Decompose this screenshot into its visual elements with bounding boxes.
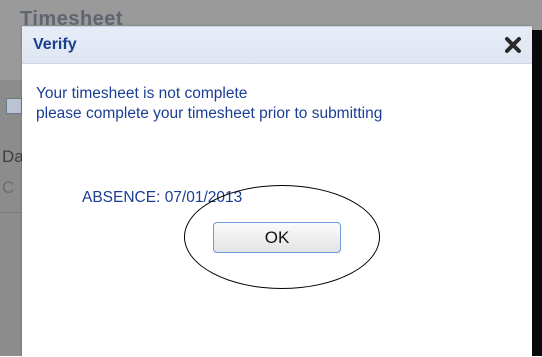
ok-button[interactable]: OK: [213, 222, 341, 253]
message-line: please complete your timesheet prior to …: [36, 105, 383, 122]
background-divider: [0, 212, 22, 213]
message-line: Your timesheet is not complete: [36, 85, 248, 102]
background-edge: [532, 30, 542, 356]
verify-dialog: Verify Your timesheet is not complete pl…: [22, 26, 532, 357]
dialog-header: Verify: [22, 27, 532, 64]
background-label: C: [2, 178, 15, 197]
save-icon: [6, 98, 22, 114]
dialog-message: Your timesheet is not complete please co…: [36, 84, 382, 124]
dialog-title: Verify: [33, 36, 77, 53]
absence-date-text: ABSENCE: 07/01/2013: [82, 189, 243, 206]
close-icon[interactable]: [504, 36, 522, 54]
background-left-panel: [0, 80, 23, 356]
background-label: Da: [2, 147, 24, 166]
